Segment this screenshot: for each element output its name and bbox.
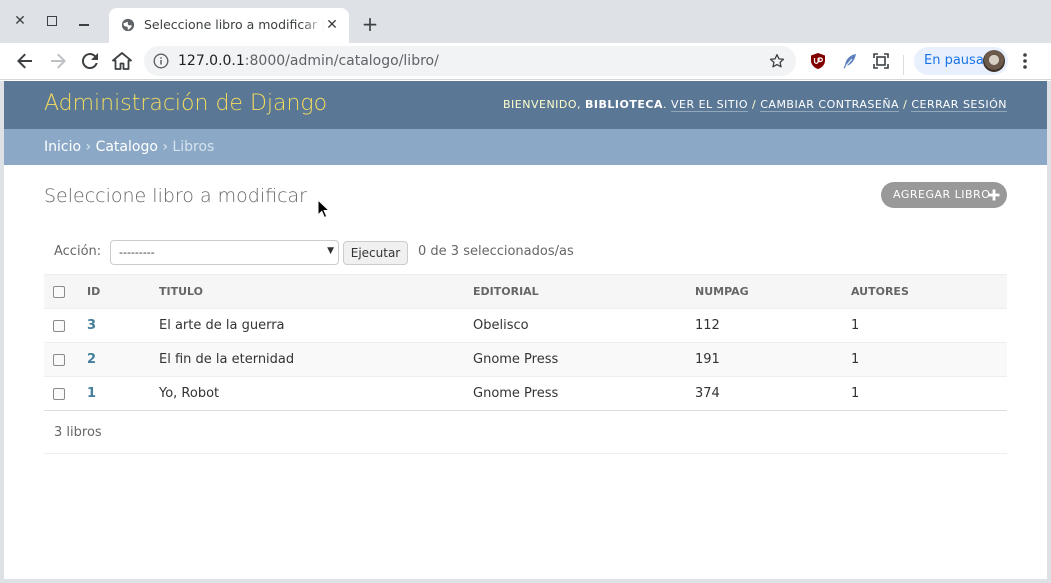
window-border-bottom — [0, 579, 1051, 583]
kebab-menu-icon[interactable] — [1015, 51, 1035, 71]
ublock-shield-icon[interactable] — [809, 52, 827, 70]
row-id-link[interactable]: 1 — [87, 386, 96, 401]
row-titulo: El arte de la guerra — [155, 308, 469, 343]
action-label: Acción: — [54, 244, 102, 259]
select-all-cell — [44, 274, 82, 309]
username: biblioteca — [585, 98, 663, 111]
screen-capture-icon[interactable] — [872, 52, 890, 70]
breadcrumb: Inicio › Catalogo › Libros — [4, 129, 1047, 165]
bookmark-star-icon[interactable] — [768, 52, 786, 70]
action-select[interactable]: --------- ▼ — [110, 240, 339, 265]
window-close-icon[interactable]: ✕ — [10, 10, 30, 32]
row-editorial: Gnome Press — [469, 342, 691, 377]
django-header: Administración de Django Bienvenido, bib… — [4, 81, 1047, 129]
actions-bar: Acción: --------- ▼ Ejecutar 0 de 3 sele… — [44, 237, 1007, 265]
reload-icon[interactable] — [78, 49, 102, 73]
run-action-button[interactable]: Ejecutar — [343, 241, 408, 265]
row-select-cell — [44, 376, 82, 411]
tab-title: Seleccione libro a modificar | Sitio de … — [144, 17, 324, 32]
row-checkbox[interactable] — [53, 319, 65, 332]
row-titulo: El fin de la eternidad — [155, 342, 469, 377]
profile-label: En pausa — [924, 53, 984, 68]
user-tools: Bienvenido, biblioteca. Ver el sitio / C… — [503, 98, 1007, 112]
table-row: 3 El arte de la guerra Obelisco 112 1 — [44, 308, 1007, 343]
column-header-editorial[interactable]: EDITORIAL — [469, 274, 691, 309]
mouse-cursor-icon — [317, 199, 331, 219]
select-all-checkbox[interactable] — [53, 286, 65, 298]
avatar — [983, 50, 1005, 72]
back-arrow-icon[interactable] — [13, 49, 37, 73]
browser-tab-active[interactable]: Seleccione libro a modificar | Sitio de … — [109, 8, 349, 43]
row-id-cell: 1 — [82, 376, 155, 411]
row-checkbox[interactable] — [53, 387, 65, 400]
browser-toolbar: 127.0.0.1:8000/admin/catalogo/libro/ En … — [0, 43, 1051, 80]
page-title: Seleccione libro a modificar — [44, 185, 307, 207]
window-maximize-icon[interactable] — [42, 10, 62, 32]
site-branding[interactable]: Administración de Django — [44, 91, 327, 116]
column-header-autores[interactable]: AUTORES — [847, 274, 1007, 309]
row-autores: 1 — [847, 308, 1007, 343]
breadcrumb-home[interactable]: Inicio — [44, 139, 81, 155]
row-id-cell: 3 — [82, 308, 155, 343]
profile-button[interactable]: En pausa — [914, 47, 1008, 75]
row-titulo: Yo, Robot — [155, 376, 469, 411]
row-numpag: 191 — [691, 342, 847, 377]
paginator: 3 libros — [44, 412, 1007, 454]
row-editorial: Gnome Press — [469, 376, 691, 411]
tab-close-icon[interactable]: ✕ — [324, 17, 340, 33]
window-minimize-icon[interactable] — [74, 10, 94, 32]
table-row: 1 Yo, Robot Gnome Press 374 1 — [44, 376, 1007, 411]
add-libro-label: Agregar libro — [893, 188, 991, 201]
window-border-right — [1047, 81, 1051, 583]
new-tab-icon[interactable]: + — [359, 13, 381, 35]
change-password-link[interactable]: Cambiar contraseña — [760, 98, 900, 112]
row-autores: 1 — [847, 376, 1007, 411]
row-select-cell — [44, 342, 82, 377]
row-id-link[interactable]: 3 — [87, 318, 96, 333]
info-icon[interactable] — [153, 53, 169, 69]
user-tools-sep: / — [903, 98, 908, 111]
breadcrumb-app[interactable]: Catalogo — [96, 139, 158, 155]
add-libro-button[interactable]: Agregar libro — [881, 182, 1007, 208]
page-viewport: Administración de Django Bienvenido, bib… — [4, 81, 1047, 579]
table-row: 2 El fin de la eternidad Gnome Press 191… — [44, 342, 1007, 377]
row-id-cell: 2 — [82, 342, 155, 377]
action-select-value: --------- — [119, 246, 155, 259]
user-tools-sep: / — [752, 98, 757, 111]
toolbar-divider — [903, 55, 904, 75]
welcome-text: Bienvenido, — [503, 98, 582, 111]
row-numpag: 374 — [691, 376, 847, 411]
forward-arrow-icon[interactable] — [46, 49, 70, 73]
breadcrumb-sep: › — [85, 139, 92, 155]
breadcrumb-sep: › — [162, 139, 168, 155]
column-header-titulo[interactable]: TITULO — [155, 274, 469, 309]
view-site-link[interactable]: Ver el sitio — [670, 98, 749, 112]
row-numpag: 112 — [691, 308, 847, 343]
row-checkbox[interactable] — [53, 353, 65, 366]
home-icon[interactable] — [110, 49, 134, 73]
results-table: ID TITULO EDITORIAL NUMPAG AUTORES 3 El … — [44, 274, 1007, 411]
row-select-cell — [44, 308, 82, 343]
feather-extension-icon[interactable] — [841, 52, 859, 70]
results-table-container: ID TITULO EDITORIAL NUMPAG AUTORES 3 El … — [44, 274, 1007, 411]
table-header-row: ID TITULO EDITORIAL NUMPAG AUTORES — [44, 274, 1007, 309]
column-header-numpag[interactable]: NUMPAG — [691, 274, 847, 309]
dropdown-caret-icon: ▼ — [327, 246, 334, 256]
breadcrumb-current: Libros — [172, 139, 215, 155]
logout-link[interactable]: Cerrar sesión — [911, 98, 1007, 112]
globe-icon — [121, 18, 135, 32]
selection-counter: 0 de 3 seleccionados/as — [418, 244, 574, 259]
row-autores: 1 — [847, 342, 1007, 377]
row-id-link[interactable]: 2 — [87, 352, 96, 367]
browser-tab-bar: ✕ Seleccione libro a modificar | Sitio d… — [0, 0, 1051, 43]
plus-icon — [988, 189, 1000, 201]
row-editorial: Obelisco — [469, 308, 691, 343]
column-header-id[interactable]: ID — [82, 274, 155, 309]
address-bar[interactable]: 127.0.0.1:8000/admin/catalogo/libro/ — [144, 46, 796, 76]
url-text: 127.0.0.1:8000/admin/catalogo/libro/ — [178, 53, 439, 69]
